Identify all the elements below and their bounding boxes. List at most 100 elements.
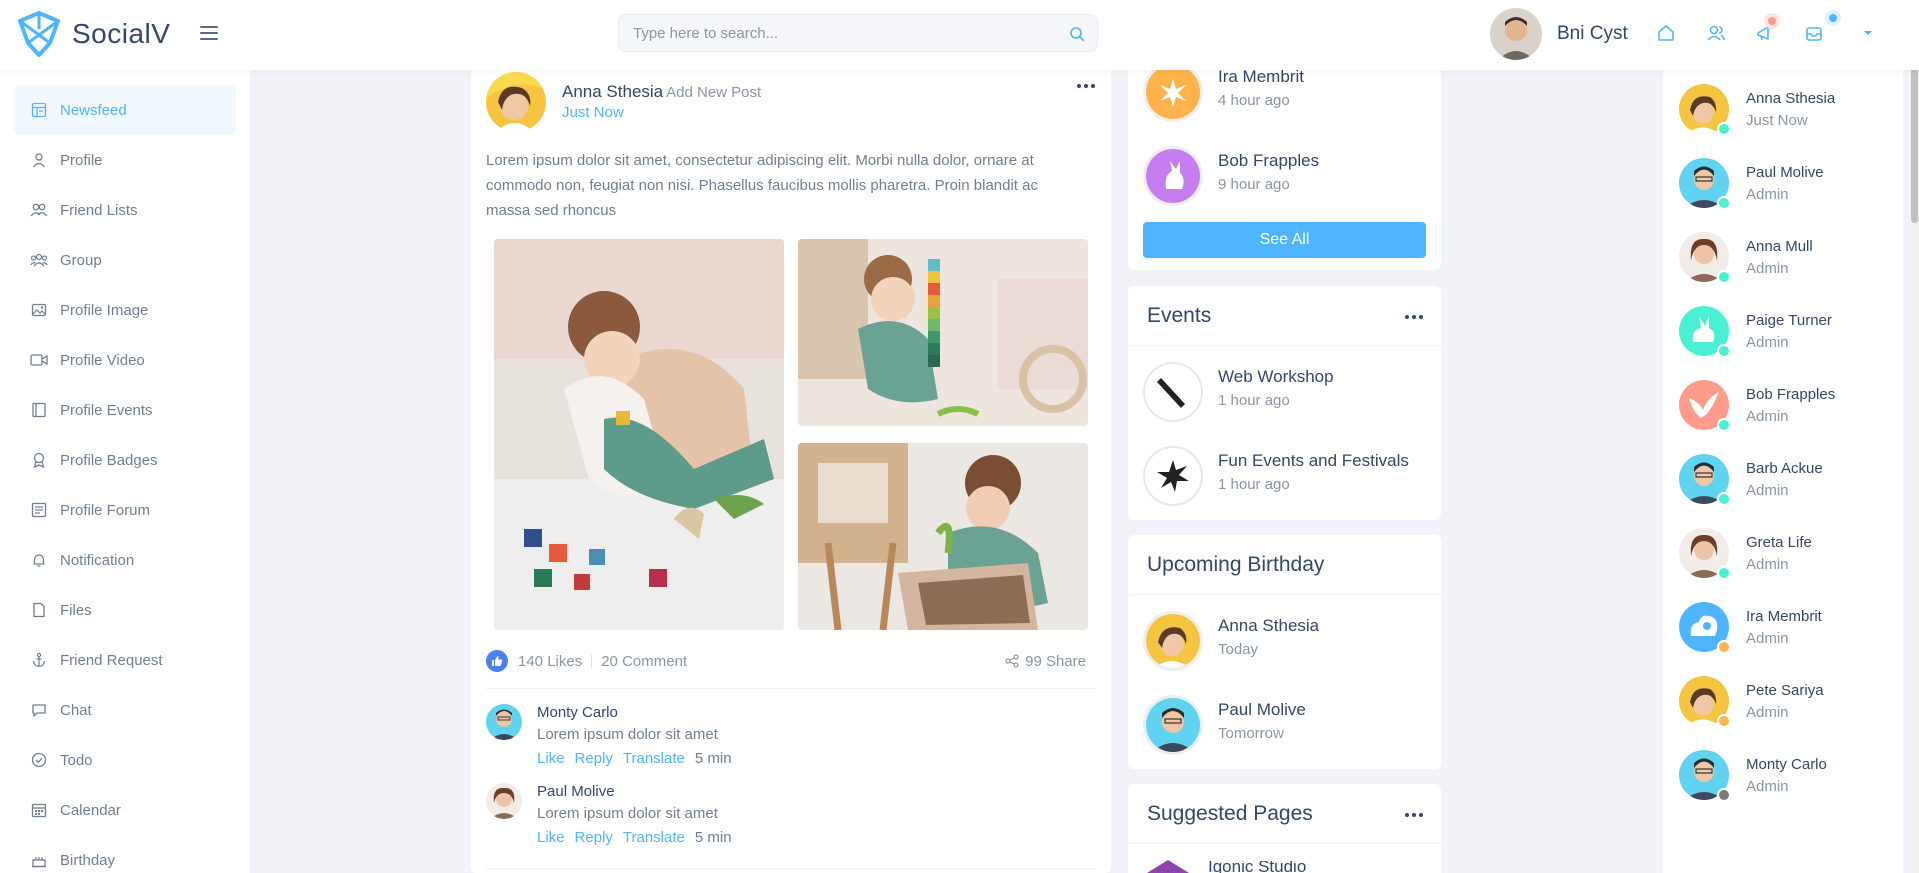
birthday-avatar — [1143, 695, 1203, 755]
activity-time: 9 hour ago — [1218, 176, 1290, 193]
chat-user-item[interactable]: Bob Frapples Admin — [1679, 380, 1889, 434]
user-name: Bni Cyst — [1557, 23, 1628, 44]
right-chat-sidebar: Anna Sthesia Just Now Paul Molive Admin … — [1663, 70, 1903, 873]
comment-text: Lorem ipsum dolor sit amet — [537, 726, 718, 743]
home-icon[interactable] — [1655, 22, 1677, 44]
suggested-pages-card: Suggested Pages Iqonic Studio — [1128, 784, 1441, 873]
birthday-item[interactable]: Anna Sthesia Today — [1143, 611, 1433, 673]
sidebar-item-birthday[interactable]: Birthday — [14, 835, 236, 873]
chat-user-sub: Admin — [1746, 556, 1789, 573]
sidebar-item-label: Profile Events — [60, 401, 153, 419]
activity-item[interactable]: Bob Frapples 9 hour ago — [1143, 146, 1433, 208]
sidebar-item-group[interactable]: Group — [14, 235, 236, 285]
event-item[interactable]: Fun Events and Festivals 1 hour ago — [1143, 446, 1433, 508]
user-profile-menu[interactable]: Bni Cyst — [1490, 8, 1628, 60]
comment-author[interactable]: Paul Molive — [537, 783, 615, 800]
chat-user-name: Barb Ackue — [1746, 460, 1823, 477]
chat-user-item[interactable]: Paige Turner Admin — [1679, 306, 1889, 360]
page-scrollbar-thumb[interactable] — [1911, 48, 1918, 223]
sidebar-item-label: Profile Forum — [60, 501, 151, 519]
activity-avatar — [1143, 146, 1203, 206]
share-action[interactable]: 99 Share — [1005, 653, 1086, 670]
commenter-avatar[interactable] — [486, 704, 522, 740]
like-thumb-icon[interactable] — [486, 650, 508, 672]
sidebar-item-label: Notification — [60, 551, 135, 569]
comment-actions: Like Reply Translate 5 min — [537, 750, 732, 767]
badge-icon — [30, 451, 48, 469]
sidebar-item-friend-lists[interactable]: Friend Lists — [14, 185, 236, 235]
suggested-page-name[interactable]: Iqonic Studio — [1208, 861, 1306, 873]
likes-count[interactable]: 140 Likes — [518, 653, 582, 670]
comments-count[interactable]: 20 Comment — [601, 653, 687, 670]
see-all-button[interactable]: See All — [1143, 222, 1426, 258]
comment-like-link[interactable]: Like — [537, 829, 565, 846]
chat-user-item[interactable]: Barb Ackue Admin — [1679, 454, 1889, 508]
birthday-name: Anna Sthesia — [1218, 616, 1320, 635]
sidebar-item-friend-request[interactable]: Friend Request — [14, 635, 236, 685]
event-item[interactable]: Web Workshop 1 hour ago — [1143, 362, 1433, 424]
check-circle-icon — [30, 751, 48, 769]
sidebar-item-profile[interactable]: Profile — [14, 135, 236, 185]
chat-user-name: Bob Frapples — [1746, 386, 1836, 403]
chat-user-sub: Just Now — [1746, 112, 1808, 129]
comment-like-link[interactable]: Like — [537, 750, 565, 767]
search-icon[interactable] — [1069, 26, 1085, 42]
sidebar-item-files[interactable]: Files — [14, 585, 236, 635]
post-photo-1[interactable] — [494, 239, 784, 630]
hamburger-menu-icon[interactable] — [198, 22, 220, 44]
mail-icon[interactable] — [1803, 22, 1825, 44]
post-author-avatar[interactable] — [486, 72, 546, 132]
sidebar-item-label: Calendar — [60, 801, 121, 819]
sidebar-item-todo[interactable]: Todo — [14, 735, 236, 785]
comment-author[interactable]: Monty Carlo — [537, 704, 618, 721]
chat-user-item[interactable]: Paul Molive Admin — [1679, 158, 1889, 212]
chat-user-item[interactable]: Anna Mull Admin — [1679, 232, 1889, 286]
caret-down-icon[interactable] — [1857, 22, 1879, 44]
comment-reply-link[interactable]: Reply — [575, 750, 613, 767]
sidebar-item-chat[interactable]: Chat — [14, 685, 236, 735]
comment-reply-link[interactable]: Reply — [575, 829, 613, 846]
sidebar-item-notification[interactable]: Notification — [14, 535, 236, 585]
events-card: Events Web Workshop 1 hour ago Fun Event… — [1128, 286, 1441, 520]
suggested-more-options-icon[interactable] — [1405, 813, 1423, 817]
activity-name: Ira Membrit — [1218, 67, 1304, 86]
chat-user-item[interactable]: Ira Membrit Admin — [1679, 602, 1889, 656]
chat-user-sub: Admin — [1746, 482, 1789, 499]
sidebar-item-profile-forum[interactable]: Profile Forum — [14, 485, 236, 535]
sidebar-item-profile-video[interactable]: Profile Video — [14, 335, 236, 385]
chat-user-sub: Admin — [1746, 186, 1789, 203]
logo[interactable]: SocialV — [14, 9, 170, 59]
sidebar-item-calendar[interactable]: Calendar — [14, 785, 236, 835]
sidebar-item-profile-badges[interactable]: Profile Badges — [14, 435, 236, 485]
suggested-pages-title: Suggested Pages — [1147, 802, 1313, 825]
chat-user-sub: Admin — [1746, 778, 1789, 795]
chat-user-item[interactable]: Anna Sthesia Just Now — [1679, 84, 1889, 138]
events-more-options-icon[interactable] — [1405, 315, 1423, 319]
comment-translate-link[interactable]: Translate — [623, 750, 685, 767]
chat-user-item[interactable]: Monty Carlo Admin — [1679, 750, 1889, 804]
sidebar-item-profile-events[interactable]: Profile Events — [14, 385, 236, 435]
sidebar-item-label: Profile Image — [60, 301, 149, 319]
post-photo-2[interactable] — [798, 239, 1088, 426]
sidebar-item-label: Newsfeed — [60, 101, 127, 119]
chat-user-sub: Admin — [1746, 408, 1789, 425]
chat-user-item[interactable]: Greta Life Admin — [1679, 528, 1889, 582]
comment-translate-link[interactable]: Translate — [623, 829, 685, 846]
notification-icon[interactable] — [1753, 22, 1775, 44]
post-photo-3[interactable] — [798, 443, 1088, 630]
post-more-options-icon[interactable] — [1077, 84, 1095, 88]
left-sidebar: Newsfeed Profile Friend Lists Group Prof… — [0, 70, 250, 873]
online-status-dot — [1717, 270, 1731, 284]
chat-user-item[interactable]: Pete Sariya Admin — [1679, 676, 1889, 730]
sidebar-item-profile-image[interactable]: Profile Image — [14, 285, 236, 335]
sidebar-item-newsfeed[interactable]: Newsfeed — [14, 85, 236, 135]
event-image — [1143, 446, 1203, 506]
activity-item[interactable]: Ira Membrit 4 hour ago — [1143, 62, 1433, 124]
offline-status-dot — [1717, 788, 1731, 802]
post-author-name[interactable]: Anna Sthesia — [562, 82, 663, 101]
birthday-item[interactable]: Paul Molive Tomorrow — [1143, 695, 1433, 757]
search-input[interactable] — [619, 15, 1039, 51]
friends-icon[interactable] — [1705, 22, 1727, 44]
activity-card: Ira Membrit 4 hour ago Bob Frapples 9 ho… — [1128, 62, 1441, 270]
commenter-avatar[interactable] — [486, 783, 522, 819]
